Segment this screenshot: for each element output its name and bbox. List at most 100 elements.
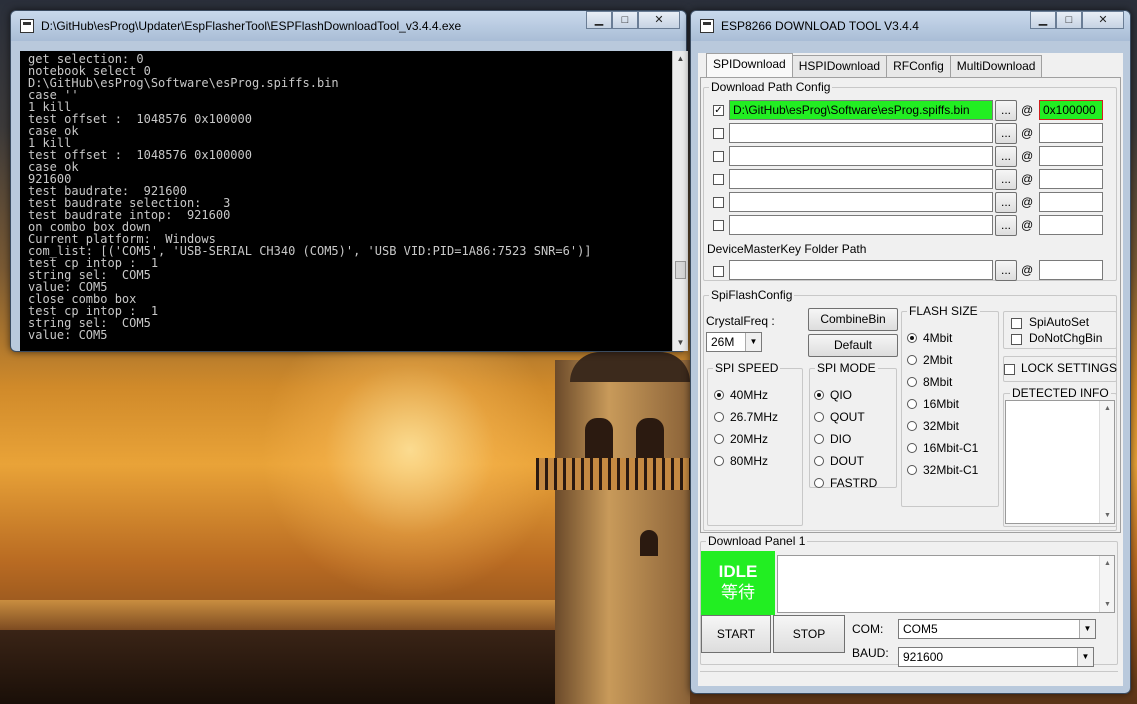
- address-field[interactable]: [1039, 123, 1103, 143]
- chevron-down-icon[interactable]: ▼: [745, 333, 761, 351]
- scroll-down-icon[interactable]: ▼: [1100, 597, 1115, 612]
- flash-size-option-label[interactable]: 32Mbit-C1: [923, 463, 978, 477]
- maximize-icon[interactable]: □: [1056, 11, 1082, 29]
- default-button[interactable]: Default: [808, 334, 898, 357]
- console-titlebar[interactable]: D:\GitHub\esProg\Updater\EspFlasherTool\…: [11, 11, 686, 41]
- path-field[interactable]: [729, 169, 993, 189]
- com-select[interactable]: COM5 ▼: [898, 619, 1096, 639]
- spi-speed-option-label[interactable]: 20MHz: [730, 432, 768, 446]
- device-master-key-address-field[interactable]: [1039, 260, 1103, 280]
- spi-speed-radio[interactable]: [714, 456, 724, 466]
- download-log-textarea[interactable]: ▲ ▼: [777, 555, 1115, 613]
- close-icon[interactable]: ✕: [1082, 11, 1124, 29]
- path-checkbox[interactable]: [713, 128, 724, 139]
- spi-mode-option-label[interactable]: QIO: [830, 388, 852, 402]
- spi-speed-option-label[interactable]: 40MHz: [730, 388, 768, 402]
- flash-size-radio[interactable]: [907, 355, 917, 365]
- address-field[interactable]: [1039, 215, 1103, 235]
- device-master-key-path-field[interactable]: [729, 260, 993, 280]
- maximize-icon[interactable]: □: [612, 11, 638, 29]
- flash-size-option-label[interactable]: 2Mbit: [923, 353, 952, 367]
- baud-select[interactable]: 921600 ▼: [898, 647, 1094, 667]
- address-field[interactable]: [1039, 192, 1103, 212]
- path-field[interactable]: [729, 192, 993, 212]
- address-field[interactable]: [1039, 169, 1103, 189]
- path-checkbox[interactable]: [713, 220, 724, 231]
- spi-mode-radio[interactable]: [814, 390, 824, 400]
- minimize-icon[interactable]: ▁: [1030, 11, 1056, 29]
- tab-rfconfig[interactable]: RFConfig: [886, 55, 951, 77]
- console-output[interactable]: get selection: 0 notebook select 0 D:\Gi…: [20, 51, 688, 351]
- flash-size-radio[interactable]: [907, 377, 917, 387]
- scroll-up-icon[interactable]: ▲: [673, 51, 688, 67]
- do-not-chg-bin-checkbox[interactable]: [1011, 334, 1022, 345]
- browse-button[interactable]: ...: [995, 215, 1017, 236]
- path-checkbox[interactable]: [713, 151, 724, 162]
- spi-speed-radio[interactable]: [714, 412, 724, 422]
- detected-info-textarea[interactable]: ▲ ▼: [1005, 400, 1115, 524]
- path-field[interactable]: [729, 123, 993, 143]
- spi-mode-option-label[interactable]: QOUT: [830, 410, 865, 424]
- flash-size-radio[interactable]: [907, 333, 917, 343]
- spi-speed-radio[interactable]: [714, 390, 724, 400]
- scroll-down-icon[interactable]: ▼: [673, 335, 688, 351]
- console-scrollbar[interactable]: ▲ ▼: [672, 51, 688, 351]
- start-button[interactable]: START: [701, 615, 771, 653]
- flash-size-option-label[interactable]: 4Mbit: [923, 331, 952, 345]
- tab-multidownload[interactable]: MultiDownload: [949, 55, 1043, 77]
- stop-button[interactable]: STOP: [773, 615, 845, 653]
- path-checkbox[interactable]: [713, 197, 724, 208]
- flash-size-option-label[interactable]: 32Mbit: [923, 419, 959, 433]
- browse-button[interactable]: ...: [995, 192, 1017, 213]
- crystal-freq-select[interactable]: 26M ▼: [706, 332, 762, 352]
- scroll-up-icon[interactable]: ▲: [1100, 401, 1115, 416]
- minimize-icon[interactable]: ▁: [586, 11, 612, 29]
- device-master-key-browse-button[interactable]: ...: [995, 260, 1017, 281]
- scroll-down-icon[interactable]: ▼: [1100, 508, 1115, 523]
- download-log-scrollbar[interactable]: ▲ ▼: [1099, 556, 1114, 612]
- path-field[interactable]: D:\GitHub\esProg\Software\esProg.spiffs.…: [729, 100, 993, 120]
- wallpaper-tower-door: [640, 530, 658, 556]
- spi-mode-option-label[interactable]: DIO: [830, 432, 851, 446]
- spi-mode-radio[interactable]: [814, 434, 824, 444]
- path-checkbox[interactable]: ✓: [713, 105, 724, 116]
- browse-button[interactable]: ...: [995, 100, 1017, 121]
- flash-size-radio[interactable]: [907, 421, 917, 431]
- browse-button[interactable]: ...: [995, 123, 1017, 144]
- path-field[interactable]: [729, 146, 993, 166]
- flash-size-option-label[interactable]: 16Mbit-C1: [923, 441, 978, 455]
- tab-hspidownload[interactable]: HSPIDownload: [791, 55, 888, 77]
- address-field[interactable]: 0x100000: [1039, 100, 1103, 120]
- device-master-key-checkbox[interactable]: [713, 266, 724, 277]
- scroll-thumb[interactable]: [675, 261, 686, 279]
- combine-bin-button[interactable]: CombineBin: [808, 308, 898, 331]
- scroll-up-icon[interactable]: ▲: [1100, 556, 1115, 571]
- status-badge: IDLE 等待: [701, 551, 775, 615]
- flash-size-radio[interactable]: [907, 465, 917, 475]
- tab-spidownload[interactable]: SPIDownload: [706, 53, 793, 77]
- close-icon[interactable]: ✕: [638, 11, 680, 29]
- flash-size-option-label[interactable]: 16Mbit: [923, 397, 959, 411]
- flash-size-radio[interactable]: [907, 443, 917, 453]
- spi-speed-option-label[interactable]: 80MHz: [730, 454, 768, 468]
- browse-button[interactable]: ...: [995, 146, 1017, 167]
- spi-speed-radio[interactable]: [714, 434, 724, 444]
- detected-info-scrollbar[interactable]: ▲ ▼: [1099, 401, 1114, 523]
- spi-mode-option-label[interactable]: FASTRD: [830, 476, 877, 490]
- spi-mode-radio[interactable]: [814, 478, 824, 488]
- console-line: value: COM5: [28, 328, 108, 342]
- chevron-down-icon[interactable]: ▼: [1077, 648, 1093, 666]
- browse-button[interactable]: ...: [995, 169, 1017, 190]
- spi-auto-set-checkbox[interactable]: [1011, 318, 1022, 329]
- lock-settings-checkbox[interactable]: [1004, 364, 1015, 375]
- chevron-down-icon[interactable]: ▼: [1079, 620, 1095, 638]
- path-checkbox[interactable]: [713, 174, 724, 185]
- address-field[interactable]: [1039, 146, 1103, 166]
- spi-mode-option-label[interactable]: DOUT: [830, 454, 864, 468]
- spi-speed-option-label[interactable]: 26.7MHz: [730, 410, 778, 424]
- spi-mode-radio[interactable]: [814, 412, 824, 422]
- path-field[interactable]: [729, 215, 993, 235]
- spi-mode-radio[interactable]: [814, 456, 824, 466]
- flash-size-radio[interactable]: [907, 399, 917, 409]
- flash-size-option-label[interactable]: 8Mbit: [923, 375, 952, 389]
